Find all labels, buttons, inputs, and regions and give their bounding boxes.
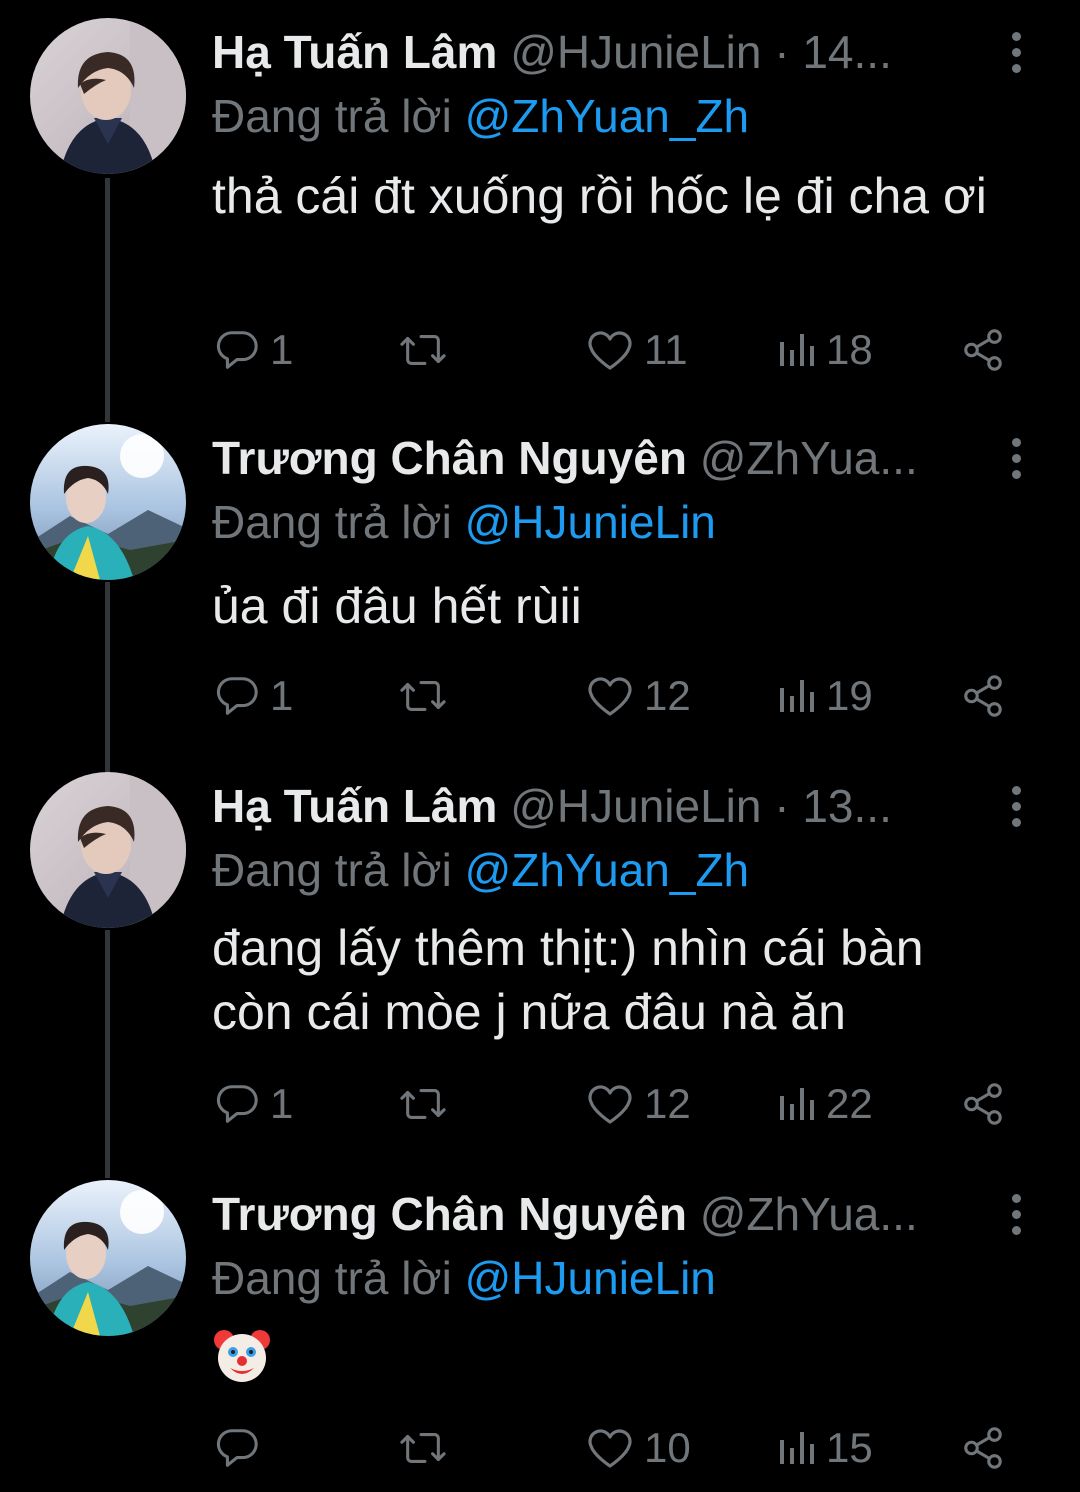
tweet[interactable]: Hạ Tuấn Lâm @HJunieLin · 13... Đang trả …: [0, 754, 1080, 1174]
reply-context: Đang trả lời @ZhYuan_Zh: [212, 88, 749, 144]
views-icon: [780, 1432, 814, 1464]
retweet-button[interactable]: [398, 1074, 458, 1134]
avatar-hjunielin-icon: [30, 18, 186, 174]
display-name[interactable]: Hạ Tuấn Lâm: [212, 780, 497, 832]
reply-button[interactable]: [214, 1418, 270, 1478]
avatar[interactable]: [30, 18, 186, 174]
action-bar: 10 15: [0, 1418, 1080, 1478]
action-bar: 1 11 18: [0, 320, 1080, 380]
retweet-button[interactable]: [398, 320, 458, 380]
reply-mention[interactable]: @HJunieLin: [465, 496, 716, 548]
view-count: 22: [826, 1080, 873, 1127]
like-count: 12: [644, 1080, 691, 1127]
tweet[interactable]: Trương Chân Nguyên @ZhYua... Đang trả lờ…: [0, 406, 1080, 756]
share-icon: [964, 675, 1002, 717]
views-icon: [780, 1088, 814, 1120]
views-icon: [780, 680, 814, 712]
clown-face-icon: [212, 1326, 272, 1386]
share-button[interactable]: [960, 1418, 1006, 1478]
handle[interactable]: @HJunieLin · 14...: [510, 26, 892, 78]
reply-prefix: Đang trả lời: [212, 90, 465, 142]
more-options-icon[interactable]: [996, 28, 1036, 76]
tweet-text: thả cái đt xuống rồi hốc lẹ đi cha ơi: [212, 168, 987, 224]
reply-button[interactable]: 1: [214, 320, 293, 380]
reply-context: Đang trả lời @HJunieLin: [212, 494, 716, 550]
like-button[interactable]: 12: [586, 1074, 691, 1134]
retweet-icon: [400, 681, 446, 711]
tweet-header: Hạ Tuấn Lâm @HJunieLin · 14...: [212, 24, 992, 80]
heart-icon: [588, 331, 632, 370]
like-count: 12: [644, 672, 691, 719]
avatar[interactable]: [30, 1180, 186, 1336]
display-name[interactable]: Trương Chân Nguyên: [212, 1188, 687, 1240]
display-name[interactable]: Hạ Tuấn Lâm: [212, 26, 497, 78]
avatar-hjunielin-icon: [30, 772, 186, 928]
reply-prefix: Đang trả lời: [212, 1252, 465, 1304]
like-button[interactable]: 12: [586, 666, 691, 726]
like-count: 11: [644, 326, 688, 373]
reply-context: Đang trả lời @HJunieLin: [212, 1250, 716, 1306]
reply-button[interactable]: 1: [214, 1074, 293, 1134]
reply-prefix: Đang trả lời: [212, 844, 465, 896]
tweet-text: ủa đi đâu hết rùii: [212, 578, 582, 634]
share-icon: [964, 1083, 1002, 1125]
reply-icon: [216, 1429, 258, 1467]
like-button[interactable]: 10: [586, 1418, 691, 1478]
tweet-header: Hạ Tuấn Lâm @HJunieLin · 13...: [212, 778, 992, 834]
like-button[interactable]: 11: [586, 320, 688, 380]
avatar[interactable]: [30, 424, 186, 580]
avatar-zhyuan-icon: [30, 1180, 186, 1336]
heart-icon: [588, 1429, 632, 1468]
reply-count: 1: [270, 326, 294, 373]
reply-mention[interactable]: @ZhYuan_Zh: [465, 844, 750, 896]
share-button[interactable]: [960, 320, 1006, 380]
more-options-icon[interactable]: [996, 1190, 1036, 1238]
views-button[interactable]: 19: [776, 666, 873, 726]
more-options-icon[interactable]: [996, 782, 1036, 830]
share-button[interactable]: [960, 1074, 1006, 1134]
view-count: 15: [826, 1424, 873, 1471]
handle[interactable]: @ZhYua...: [700, 1188, 918, 1240]
views-button[interactable]: 15: [776, 1418, 873, 1478]
retweet-button[interactable]: [398, 666, 458, 726]
reply-context: Đang trả lời @ZhYuan_Zh: [212, 842, 749, 898]
retweet-icon: [400, 1433, 446, 1463]
more-options-icon[interactable]: [996, 434, 1036, 482]
views-button[interactable]: 22: [776, 1074, 873, 1134]
reply-mention[interactable]: @ZhYuan_Zh: [465, 90, 750, 142]
retweet-icon: [400, 1089, 446, 1119]
tweet[interactable]: Hạ Tuấn Lâm @HJunieLin · 14... Đang trả …: [0, 0, 1080, 410]
tweet[interactable]: Trương Chân Nguyên @ZhYua... Đang trả lờ…: [0, 1162, 1080, 1492]
avatar[interactable]: [30, 772, 186, 928]
like-count: 10: [644, 1424, 691, 1471]
tweet-text: đang lấy thêm thịt:) nhìn cái bàn còn cá…: [212, 920, 924, 1040]
reply-count: 1: [270, 672, 294, 719]
handle[interactable]: @ZhYua...: [700, 432, 918, 484]
reply-icon: [216, 1085, 258, 1123]
reply-icon: [216, 677, 258, 715]
display-name[interactable]: Trương Chân Nguyên: [212, 432, 687, 484]
action-bar: 1 12 22: [0, 1074, 1080, 1134]
view-count: 19: [826, 672, 873, 719]
heart-icon: [588, 1085, 632, 1124]
share-icon: [964, 329, 1002, 371]
tweet-header: Trương Chân Nguyên @ZhYua...: [212, 1186, 992, 1242]
share-icon: [964, 1427, 1002, 1469]
reply-mention[interactable]: @HJunieLin: [465, 1252, 716, 1304]
retweet-button[interactable]: [398, 1418, 458, 1478]
reply-prefix: Đang trả lời: [212, 496, 465, 548]
tweet-header: Trương Chân Nguyên @ZhYua...: [212, 430, 992, 486]
view-count: 18: [826, 326, 873, 373]
share-button[interactable]: [960, 666, 1006, 726]
action-bar: 1 12 19: [0, 666, 1080, 726]
reply-button[interactable]: 1: [214, 666, 293, 726]
retweet-icon: [400, 335, 446, 365]
heart-icon: [588, 677, 632, 716]
reply-count: 1: [270, 1080, 294, 1127]
reply-icon: [216, 331, 258, 369]
avatar-zhyuan-icon: [30, 424, 186, 580]
views-icon: [780, 334, 814, 366]
handle[interactable]: @HJunieLin · 13...: [510, 780, 892, 832]
views-button[interactable]: 18: [776, 320, 873, 380]
